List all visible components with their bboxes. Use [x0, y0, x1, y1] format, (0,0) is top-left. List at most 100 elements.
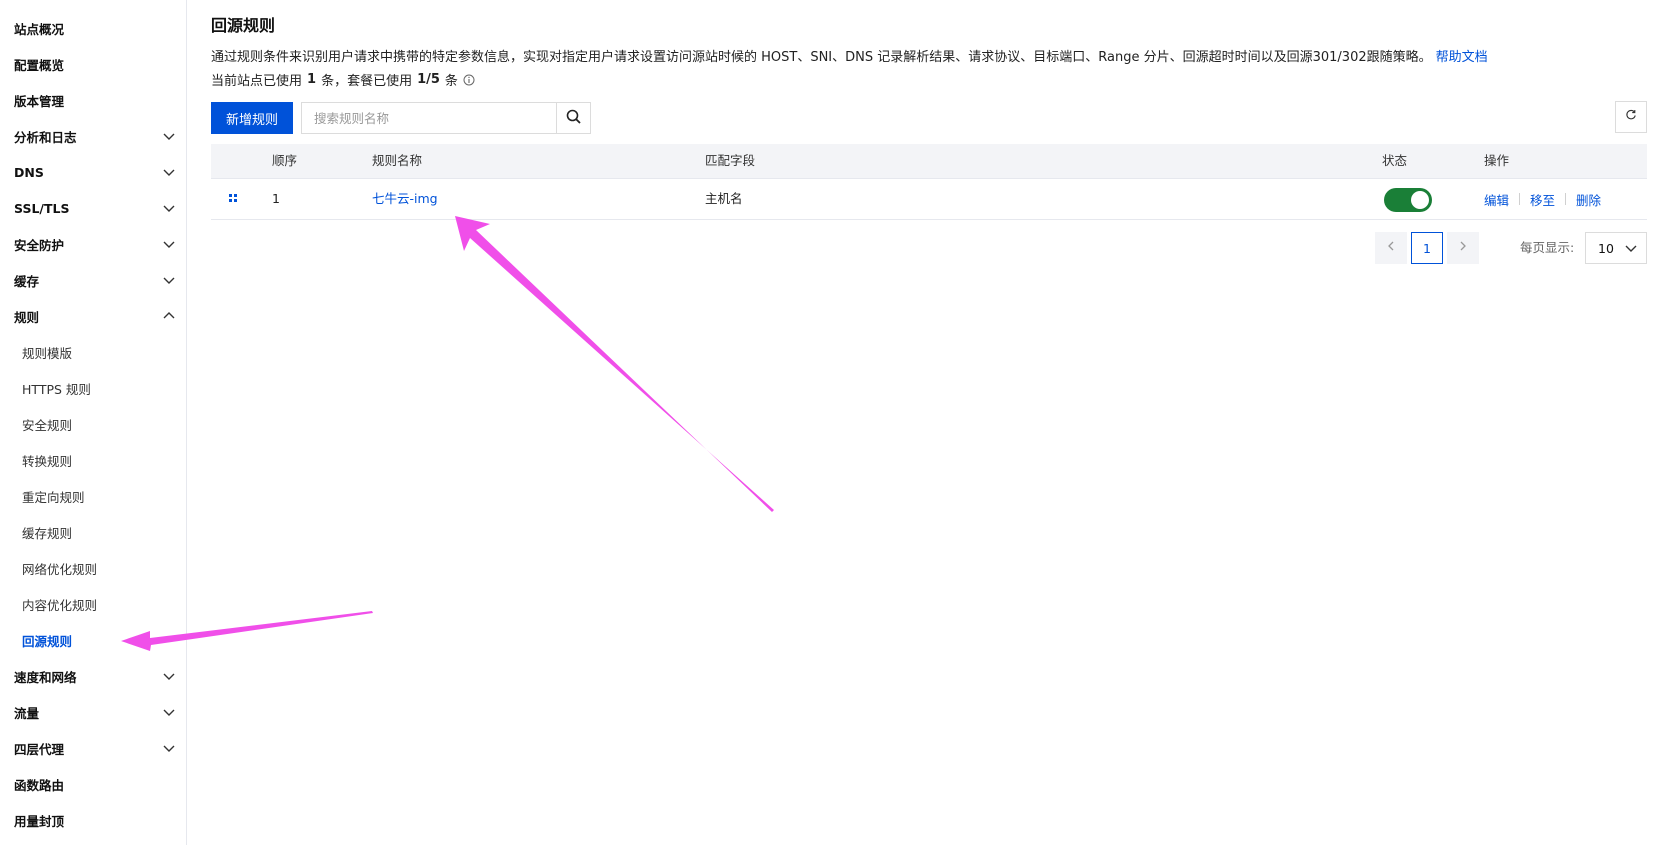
sidebar-item-label: 速度和网络	[14, 669, 77, 685]
search-icon	[566, 109, 581, 128]
pagination: 1	[1375, 232, 1479, 264]
chevron-down-icon	[162, 201, 176, 215]
chevron-up-icon	[162, 309, 176, 323]
info-icon[interactable]	[463, 74, 475, 86]
sidebar-item-label: 配置概览	[14, 57, 65, 73]
sidebar-item-security-rules[interactable]: 安全规则	[0, 406, 186, 442]
chevron-down-icon	[162, 669, 176, 683]
chevron-left-icon	[1385, 240, 1397, 256]
sidebar-item-label: 站点概况	[14, 21, 65, 37]
page-size-label: 每页显示:	[1520, 240, 1575, 255]
toggle-knob	[1411, 191, 1429, 209]
divider	[1565, 193, 1567, 205]
table-row: 1 七牛云-img 主机名 编辑 移至 删除	[211, 179, 1647, 220]
usage-count: 1	[307, 72, 317, 87]
search-button[interactable]	[556, 103, 590, 133]
column-header-status: 状态	[1382, 153, 1408, 168]
sidebar-item-label: 网络优化规则	[22, 561, 98, 577]
sidebar-item-label: 安全规则	[22, 417, 73, 433]
sidebar-item-label: 重定向规则	[22, 489, 85, 505]
column-header-order: 顺序	[272, 153, 298, 168]
chevron-down-icon	[162, 705, 176, 719]
page-description: 通过规则条件来识别用户请求中携带的特定参数信息，实现对指定用户请求设置访问源站时…	[211, 46, 1488, 65]
move-to-button[interactable]: 移至	[1530, 190, 1555, 209]
sidebar-item-l4-proxy[interactable]: 四层代理	[0, 730, 186, 766]
sidebar-item-label: HTTPS 规则	[22, 381, 91, 397]
sidebar-item-dns[interactable]: DNS	[0, 154, 186, 190]
sidebar-item-label: 规则模版	[22, 345, 73, 361]
sidebar-item-cache-rules[interactable]: 缓存规则	[0, 514, 186, 550]
sidebar-item-speed-network[interactable]: 速度和网络	[0, 658, 186, 694]
table-header: 顺序 规则名称 匹配字段 状态 操作	[211, 144, 1647, 179]
chevron-down-icon	[162, 741, 176, 755]
sidebar-item-label: 内容优化规则	[22, 597, 98, 613]
sidebar-item-analytics-logs[interactable]: 分析和日志	[0, 118, 186, 154]
sidebar-item-origin-rules[interactable]: 回源规则	[0, 622, 186, 658]
help-doc-link[interactable]: 帮助文档	[1436, 50, 1488, 65]
column-header-actions: 操作	[1484, 153, 1510, 168]
sidebar-item-usage-cap[interactable]: 用量封顶	[0, 802, 186, 838]
sidebar-item-label: 版本管理	[14, 93, 65, 109]
sidebar-item-transform-rules[interactable]: 转换规则	[0, 442, 186, 478]
sidebar-item-security[interactable]: 安全防护	[0, 226, 186, 262]
sidebar-item-https-rules[interactable]: HTTPS 规则	[0, 370, 186, 406]
usage-suffix: 条	[444, 74, 458, 89]
chevron-down-icon	[162, 129, 176, 143]
sidebar-item-label: 用量封顶	[14, 813, 65, 829]
sidebar-item-label: 分析和日志	[14, 129, 77, 145]
delete-button[interactable]: 删除	[1576, 190, 1601, 209]
refresh-button[interactable]	[1615, 101, 1647, 133]
sidebar-item-redirect-rules[interactable]: 重定向规则	[0, 478, 186, 514]
page-size-select[interactable]: 10	[1585, 232, 1647, 264]
chevron-down-icon	[162, 165, 176, 179]
sidebar: 站点概况 配置概览 版本管理 分析和日志 DNS SSL/TLS 安全防护 缓存…	[0, 0, 187, 845]
usage-prefix: 当前站点已使用	[211, 74, 303, 89]
sidebar-item-label: 缓存	[14, 273, 40, 289]
sidebar-item-network-optimization-rules[interactable]: 网络优化规则	[0, 550, 186, 586]
chevron-down-icon	[162, 237, 176, 251]
chevron-down-icon	[1624, 241, 1638, 255]
column-header-match: 匹配字段	[705, 153, 756, 168]
sidebar-item-rules[interactable]: 规则	[0, 298, 186, 334]
chevron-right-icon	[1457, 240, 1469, 256]
sidebar-item-ssl-tls[interactable]: SSL/TLS	[0, 190, 186, 226]
sidebar-item-content-optimization-rules[interactable]: 内容优化规则	[0, 586, 186, 622]
row-order: 1	[272, 191, 280, 206]
edit-button[interactable]: 编辑	[1484, 190, 1509, 209]
sidebar-item-label: SSL/TLS	[14, 200, 70, 216]
sidebar-item-version-management[interactable]: 版本管理	[0, 82, 186, 118]
page-title: 回源规则	[211, 16, 276, 35]
main-content: 回源规则 通过规则条件来识别用户请求中携带的特定参数信息，实现对指定用户请求设置…	[211, 0, 1676, 845]
sidebar-item-label: 安全防护	[14, 237, 65, 253]
status-toggle[interactable]	[1384, 188, 1432, 212]
sidebar-item-function-routing[interactable]: 函数路由	[0, 766, 186, 802]
add-rule-button[interactable]: 新增规则	[211, 102, 293, 134]
sidebar-item-label: 流量	[14, 705, 40, 721]
sidebar-item-label: 转换规则	[22, 453, 73, 469]
sidebar-item-config-overview[interactable]: 配置概览	[0, 46, 186, 82]
sidebar-item-label: 四层代理	[14, 741, 65, 757]
page-size-value: 10	[1598, 240, 1614, 256]
sidebar-item-label: DNS	[14, 164, 44, 180]
sidebar-item-rule-templates[interactable]: 规则模版	[0, 334, 186, 370]
search-box	[301, 102, 591, 134]
sidebar-item-label: 函数路由	[14, 777, 65, 793]
sidebar-item-cache[interactable]: 缓存	[0, 262, 186, 298]
prev-page-button[interactable]	[1375, 232, 1407, 264]
search-input[interactable]	[302, 103, 556, 133]
drag-handle-icon[interactable]	[228, 193, 238, 205]
sidebar-item-site-overview[interactable]: 站点概况	[0, 10, 186, 46]
sidebar-item-label: 缓存规则	[22, 525, 73, 541]
page-number[interactable]: 1	[1411, 232, 1443, 264]
column-header-name: 规则名称	[372, 153, 423, 168]
refresh-icon	[1625, 109, 1637, 125]
next-page-button[interactable]	[1447, 232, 1479, 264]
rule-name-link[interactable]: 七牛云-img	[372, 179, 438, 219]
usage-summary: 当前站点已使用 1 条，套餐已使用 1/5 条	[211, 70, 475, 89]
row-match-field: 主机名	[705, 191, 743, 206]
rules-table: 顺序 规则名称 匹配字段 状态 操作 1 七牛云-img 主机名 编辑 移至 删…	[211, 144, 1647, 220]
sidebar-item-label: 回源规则	[22, 633, 73, 649]
sidebar-item-traffic[interactable]: 流量	[0, 694, 186, 730]
chevron-down-icon	[162, 273, 176, 287]
description-text: 通过规则条件来识别用户请求中携带的特定参数信息，实现对指定用户请求设置访问源站时…	[211, 50, 1432, 65]
